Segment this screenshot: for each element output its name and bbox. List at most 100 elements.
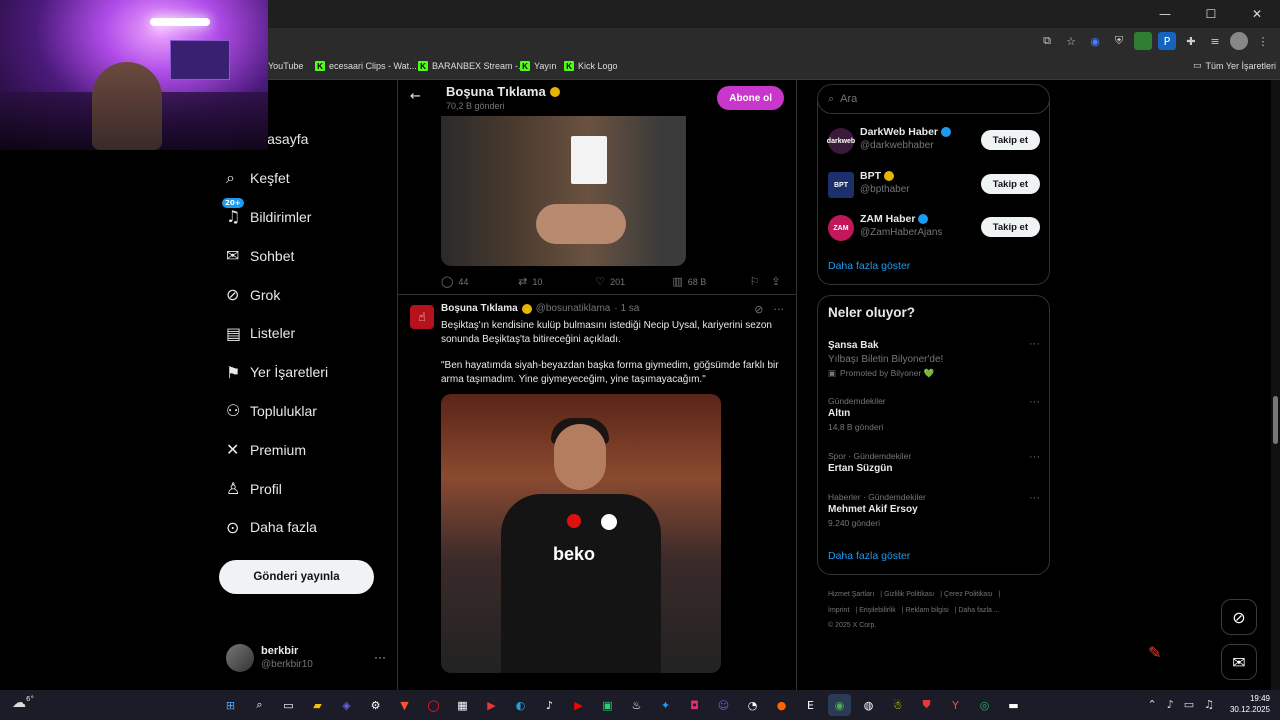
shield-app-icon[interactable]: ⛊	[915, 694, 938, 716]
more-icon[interactable]: ···	[1029, 492, 1040, 504]
nav-profile[interactable]: ♙ Profil	[218, 469, 388, 508]
tweet-image[interactable]: beko	[441, 394, 721, 673]
settings-icon[interactable]: ⚙	[364, 694, 387, 716]
footer-link[interactable]: Erişilebilirlik	[859, 607, 896, 614]
monitor-icon[interactable]: ▭	[1184, 698, 1194, 711]
snapchat-icon[interactable]: ☃	[886, 694, 909, 716]
more-icon[interactable]: ···	[1029, 451, 1040, 463]
search-icon[interactable]: ⌕	[248, 694, 271, 716]
explorer-icon[interactable]: ▰	[306, 694, 329, 716]
bookmark-button[interactable]: ⚐	[750, 275, 772, 288]
bookmark-kick-logo[interactable]: K Kick Logo	[564, 61, 618, 71]
subscribe-button[interactable]: Abone ol	[717, 86, 784, 110]
nav-notifications[interactable]: ♫ 20+ Bildirimler	[218, 198, 388, 237]
app-orange-icon[interactable]: ●	[770, 694, 793, 716]
clock[interactable]: 19:49 30.12.2025	[1230, 693, 1270, 715]
edge-icon[interactable]: ◐	[509, 694, 532, 716]
extension-p-icon[interactable]: P	[1158, 32, 1176, 50]
instagram-icon[interactable]: ◘	[683, 694, 706, 716]
post-image[interactable]	[441, 116, 686, 266]
bookmark-ecesaari[interactable]: Kecesaari Clips - Wat...	[315, 61, 417, 71]
nav-grok[interactable]: ⊘ Grok	[218, 275, 388, 314]
follow-suggestion[interactable]: BPT BPT @bpthaber Takip et	[828, 170, 1040, 200]
app-dark-icon[interactable]: ▬	[1002, 694, 1025, 716]
follow-button[interactable]: Takip et	[980, 174, 1040, 194]
tweet-handle[interactable]: @bosunatiklama	[536, 303, 611, 314]
bookmark-yayin[interactable]: K Yayın	[520, 61, 556, 71]
tweet-avatar[interactable]: ☝	[410, 305, 434, 329]
media-icon[interactable]: ≡	[1206, 32, 1224, 50]
repost-button[interactable]: ⇄ 10	[518, 275, 595, 288]
epic-icon[interactable]: E	[799, 694, 822, 716]
show-more-link[interactable]: Daha fazla göster	[828, 550, 910, 562]
footer-link[interactable]: Daha fazla ...	[958, 607, 999, 614]
nav-explore[interactable]: ⌕ Keşfet	[218, 159, 388, 198]
menu-icon[interactable]: ⋮	[1254, 32, 1272, 50]
more-icon[interactable]: ···	[374, 650, 386, 664]
follow-suggestion[interactable]: ZAM ZAM Haber @ZamHaberAjans Takip et	[828, 213, 1040, 243]
messages-fab[interactable]: ✉	[1221, 644, 1257, 680]
all-bookmarks[interactable]: ▭ Tüm Yer İşaretleri	[1193, 61, 1276, 71]
share-button[interactable]: ⇪	[771, 275, 791, 288]
footer-link[interactable]: Gizlilik Politikası	[884, 591, 934, 598]
grok-fab[interactable]: ⊘	[1221, 599, 1257, 635]
show-more-link[interactable]: Daha fazla göster	[828, 260, 910, 272]
discord-icon[interactable]: ☺	[712, 694, 735, 716]
grok-icon[interactable]: ⊘	[754, 303, 763, 316]
nav-bookmarks[interactable]: ⚑ Yer İşaretleri	[218, 353, 388, 392]
trend-item[interactable]: Şansa Bak Yılbaşı Biletin Bilyoner'de! ▣…	[828, 338, 1040, 379]
chrome-icon[interactable]: ◉	[828, 694, 851, 716]
obs-icon[interactable]: ◍	[857, 694, 880, 716]
footer-link[interactable]: Hizmet Şartları	[828, 591, 874, 598]
extension-wave-icon[interactable]: ◉	[1086, 32, 1104, 50]
taskview-icon[interactable]: ▭	[277, 694, 300, 716]
scrollbar[interactable]	[1271, 80, 1280, 690]
scrollbar-thumb[interactable]	[1273, 396, 1278, 444]
mic-icon[interactable]: ♪	[1167, 698, 1174, 711]
app-icon[interactable]: ▣	[596, 694, 619, 716]
reply-button[interactable]: ◯ 44	[441, 275, 518, 288]
steam-icon[interactable]: ♨	[625, 694, 648, 716]
copilot-icon[interactable]: ◈	[335, 694, 358, 716]
brave-icon[interactable]: ▼	[393, 694, 416, 716]
tweet-time[interactable]: · 1 sa	[614, 303, 639, 314]
nav-lists[interactable]: ▤ Listeler	[218, 314, 388, 353]
yandex-icon[interactable]: Y	[944, 694, 967, 716]
back-arrow-icon[interactable]: ←	[410, 89, 421, 104]
opera-icon[interactable]: ◯	[422, 694, 445, 716]
follow-button[interactable]: Takip et	[980, 217, 1040, 237]
tiktok-icon[interactable]: ♪	[538, 694, 561, 716]
media-icon[interactable]: ▶	[480, 694, 503, 716]
weather-widget[interactable]: ☁6°	[12, 695, 34, 711]
store-icon[interactable]: ▦	[451, 694, 474, 716]
youtube-icon[interactable]: ▶	[567, 694, 590, 716]
shield-icon[interactable]: ⛨	[1110, 32, 1128, 50]
twitter-icon[interactable]: ✦	[654, 694, 677, 716]
footer-link[interactable]: Reklam bilgisi	[906, 607, 949, 614]
like-button[interactable]: ♡ 201	[595, 275, 672, 288]
puzzle-icon[interactable]: ✚	[1182, 32, 1200, 50]
follow-button[interactable]: Takip et	[980, 130, 1040, 150]
more-icon[interactable]: ···	[1029, 338, 1040, 350]
cast-icon[interactable]: ⧉	[1038, 32, 1056, 50]
footer-link[interactable]: Çerez Politikası	[944, 591, 993, 598]
minimize-button[interactable]: —	[1142, 0, 1188, 28]
close-button[interactable]: ✕	[1234, 0, 1280, 28]
footer-link[interactable]: İmprint	[828, 607, 849, 614]
post-button[interactable]: Gönderi yayınla	[219, 560, 374, 594]
follow-suggestion[interactable]: darkweb DarkWeb Haber @darkwebhaber Taki…	[827, 126, 1040, 156]
more-icon[interactable]: ···	[1029, 396, 1040, 408]
speedometer-icon[interactable]: ◔	[741, 694, 764, 716]
more-icon[interactable]: ···	[774, 303, 785, 316]
spotify-icon[interactable]: ◎	[973, 694, 996, 716]
views-button[interactable]: ▥ 68 B	[672, 275, 749, 288]
volume-icon[interactable]: ♫	[1204, 698, 1214, 711]
nav-communities[interactable]: ⚇ Topluluklar	[218, 392, 388, 431]
maximize-button[interactable]: ☐	[1188, 0, 1234, 28]
nav-premium[interactable]: ✕ Premium	[218, 430, 388, 469]
bookmark-youtube[interactable]: YouTube	[268, 61, 303, 71]
bookmark-baranbex[interactable]: K BARANBEX Stream -...	[418, 61, 526, 71]
nav-messages[interactable]: ✉ Sohbet	[218, 236, 388, 275]
battery-icon[interactable]	[1134, 32, 1152, 50]
star-icon[interactable]: ☆	[1062, 32, 1080, 50]
